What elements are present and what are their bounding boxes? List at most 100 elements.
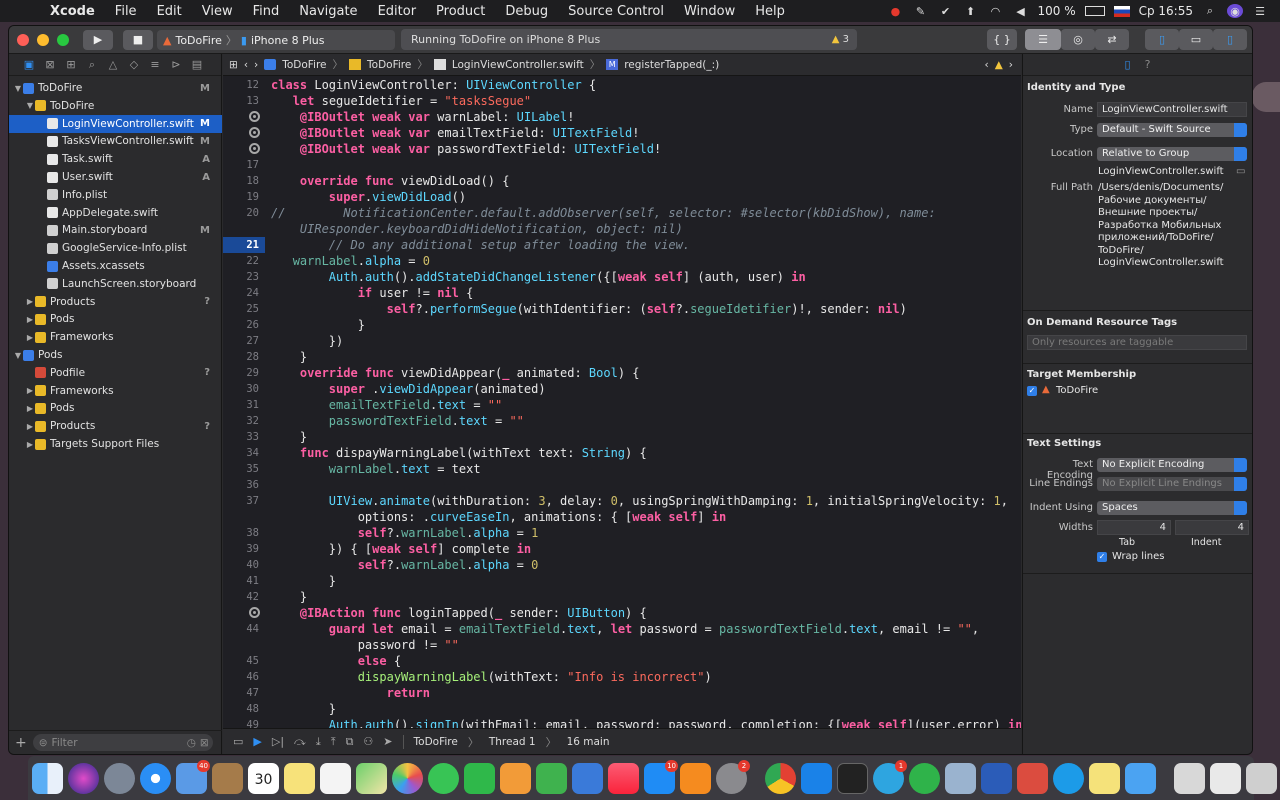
code-line[interactable]: options: .curveEaseIn, animations: { [we… [271,509,727,525]
evernote-icon[interactable]: ✎ [912,4,928,18]
code-line[interactable]: } [271,589,307,605]
view-hierarchy-icon[interactable]: ⧉ [346,735,354,749]
jump-crumb-file[interactable]: LoginViewController.swift [452,59,584,71]
back-icon[interactable]: ‹ [244,59,248,71]
disclosure-closed-icon[interactable]: ▶ [25,386,35,395]
wrap-lines-checkbox[interactable]: ✓ [1097,552,1107,562]
disclosure-closed-icon[interactable]: ▶ [25,315,35,324]
toggle-navigator-button[interactable]: ▯ [1145,29,1179,50]
source-control-icon[interactable]: ⊠ [42,58,58,71]
related-items-icon[interactable]: ⊞ [229,59,238,71]
menu-source-control[interactable]: Source Control [558,4,674,19]
file-tree-item[interactable]: ▼ ToDoFire M [9,79,222,97]
tags-field[interactable]: Only resources are taggable [1027,335,1247,350]
outlet-connection-icon[interactable] [249,127,260,138]
numbers-icon[interactable] [536,762,567,794]
siri-icon[interactable] [68,762,99,794]
issue-icon[interactable]: △ [105,58,121,71]
telegram-icon[interactable]: 1 [873,759,907,794]
code-line[interactable]: } [271,429,307,445]
search-icon[interactable]: ⌕ [84,58,100,72]
filter-input[interactable]: ⊜ Filter ◷ ⊠ [32,734,213,751]
file-tree-item[interactable]: Task.swift A [9,150,222,168]
location-icon[interactable]: ➤ [383,735,392,748]
code-line[interactable]: self?.performSegue(withIdentifier: (self… [271,301,907,317]
choose-folder-icon[interactable]: ▭ [1236,166,1245,177]
name-field[interactable]: LoginViewController.swift [1097,102,1247,117]
menu-editor[interactable]: Editor [368,4,426,19]
disclosure-open-icon[interactable]: ▼ [25,101,35,110]
downloads-folder-icon[interactable] [1125,762,1156,794]
recent-filter-icon[interactable]: ◷ [187,737,196,749]
code-line[interactable]: else { [271,653,401,669]
line-number-gutter[interactable]: 12 13 17 18 19 20 21 22 23 24 25 26 27 28 29 30 31 32 33 34… [223,76,267,731]
screenshot-icon[interactable] [1174,762,1205,794]
stickies-icon[interactable] [1089,762,1120,794]
file-tree-item[interactable]: LaunchScreen.storyboard [9,275,222,293]
code-line[interactable]: @IBOutlet weak var passwordTextField: UI… [271,141,661,157]
xcode-icon[interactable] [801,762,832,794]
target-checkbox[interactable]: ✓ [1027,386,1037,396]
code-line[interactable]: override func viewDidAppear(_ animated: … [271,365,640,381]
file-tree-item[interactable]: ▼ Pods [9,346,222,364]
safari-icon[interactable] [140,762,171,794]
menu-help[interactable]: Help [745,4,795,19]
step-out-icon[interactable]: ⤒ [331,735,336,749]
file-tree-item[interactable]: ▶ Products? [9,417,222,435]
disclosure-closed-icon[interactable]: ▶ [25,297,35,306]
disclosure-open-icon[interactable]: ▼ [13,84,23,93]
jump-crumb-method[interactable]: registerTapped(_:) [624,59,719,71]
wifi-icon[interactable]: ◠ [987,4,1003,18]
code-line[interactable]: if user != nil { [271,285,474,301]
line-endings-popup[interactable]: No Explicit Line Endings [1097,477,1247,491]
facetime-icon[interactable] [464,762,495,794]
code-line[interactable]: dispayWarningLabel(withText: "Info is in… [271,669,712,685]
activity-viewer[interactable]: Running ToDoFire on iPhone 8 Plus ▲ 3 [401,29,857,50]
disclosure-open-icon[interactable]: ▼ [13,351,23,360]
code-line[interactable]: UIView.animate(withDuration: 3, delay: 0… [271,493,1008,509]
stop-button[interactable]: ■ [123,29,153,50]
code-line[interactable]: super .viewDidAppear(animated) [271,381,546,397]
file-tree-item[interactable]: AppDelegate.swift [9,204,222,222]
volume-icon[interactable]: ◀ [1012,4,1028,18]
menu-navigate[interactable]: Navigate [289,4,367,19]
outlet-connection-icon[interactable] [249,607,260,618]
calendar-icon[interactable]: 30 [248,762,279,794]
add-file-button[interactable]: + [15,735,27,751]
file-tree-item[interactable]: ▶ Frameworks [9,382,222,400]
music-icon[interactable] [608,762,639,794]
memory-graph-icon[interactable]: ⚇ [363,735,373,748]
folder-icon[interactable]: ▣ [21,58,37,71]
tab-width-field[interactable]: 4 [1097,520,1171,535]
indent-width-field[interactable]: 4 [1175,520,1249,535]
symbol-icon[interactable]: ⊞ [63,58,79,71]
menu-edit[interactable]: Edit [147,4,192,19]
code-line[interactable]: @IBOutlet weak var emailTextField: UITex… [271,125,640,141]
code-line[interactable]: class LoginViewController: UIViewControl… [271,77,596,93]
code-line[interactable]: override func viewDidLoad() { [271,173,510,189]
skype-icon[interactable] [1053,762,1084,794]
code-line[interactable]: self?.warnLabel.alpha = 0 [271,557,539,573]
system-preferences-icon[interactable]: 2 [716,759,750,794]
hide-debug-area-icon[interactable]: ▭ [233,735,243,748]
outlet-connection-icon[interactable] [249,143,260,154]
code-line[interactable]: } [271,317,365,333]
previous-issue-icon[interactable]: ‹ [985,59,989,71]
disclosure-closed-icon[interactable]: ▶ [25,440,35,449]
code-line[interactable]: UIResponder.keyboardDidHideNotification,… [271,221,683,237]
code-line[interactable]: guard let email = emailTextField.text, l… [271,621,979,637]
report-icon[interactable]: ▤ [189,58,205,71]
code-line[interactable]: func dispayWarningLabel(withText text: S… [271,445,647,461]
quick-help-icon[interactable]: ? [1145,58,1151,71]
disclosure-closed-icon[interactable]: ▶ [25,333,35,342]
assistant-editor-button[interactable]: ◎ [1061,29,1095,50]
type-popup[interactable]: Default - Swift Source [1097,123,1247,137]
code-line[interactable]: }) { [weak self] complete in [271,541,531,557]
file-tree-item[interactable]: LoginViewController.swift M [9,114,222,133]
menu-window[interactable]: Window [674,4,745,19]
notification-icon[interactable]: ● [887,4,903,18]
next-issue-icon[interactable]: › [1009,59,1013,71]
documents-stack-icon[interactable] [1210,762,1241,794]
debug-frame[interactable]: 16 main [567,736,610,748]
indent-using-popup[interactable]: Spaces [1097,501,1247,515]
